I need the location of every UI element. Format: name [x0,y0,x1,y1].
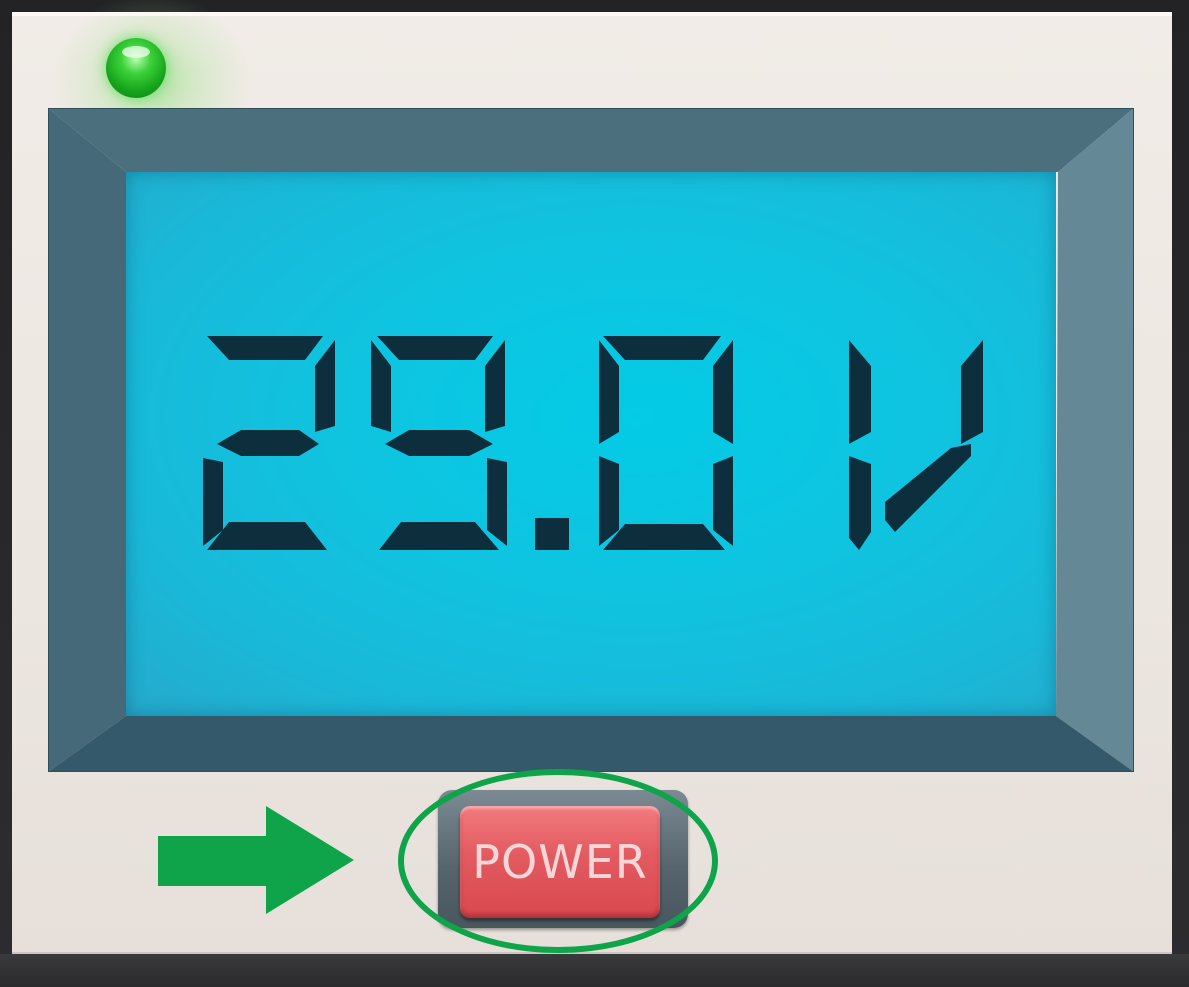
decimal-point [535,518,569,550]
voltage-readout: 29.0V [195,332,995,562]
arrow-right-icon [158,806,354,914]
status-led-icon [106,38,166,98]
digit-9 [371,336,507,550]
unit-v [849,340,983,550]
power-button[interactable]: POWER [460,806,660,918]
window-bottom-strip [0,954,1189,987]
seven-segment-display [203,336,983,550]
meter-window: 29.0V [0,0,1189,987]
digit-2 [203,336,335,550]
digit-0 [599,336,733,550]
